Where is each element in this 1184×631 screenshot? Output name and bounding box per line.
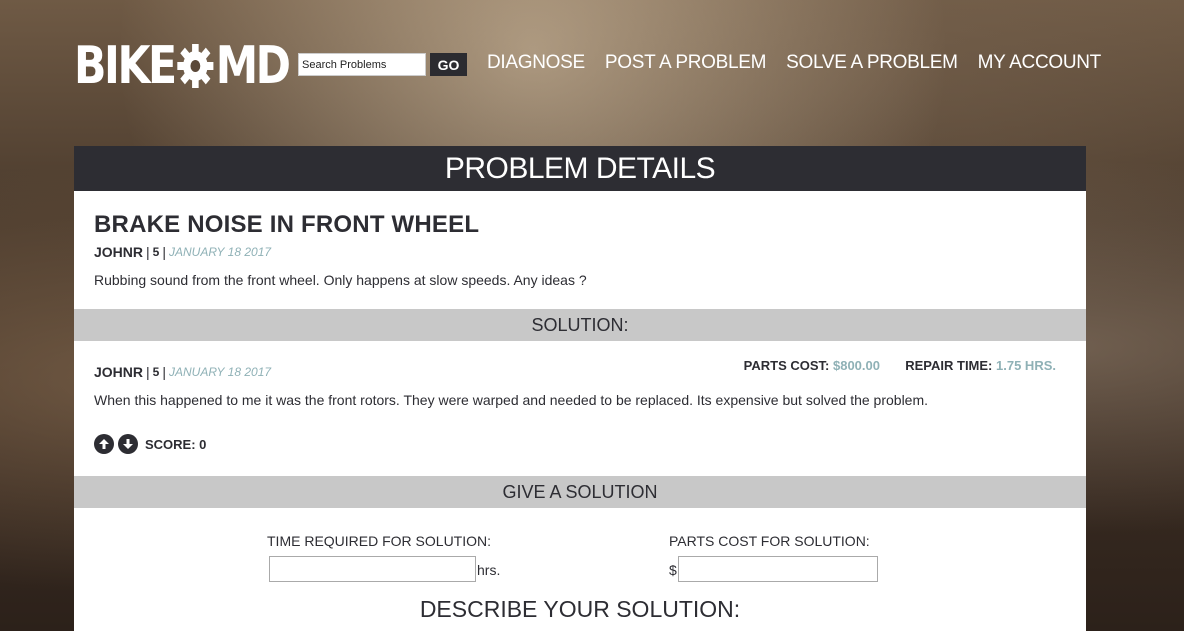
arrow-up-icon	[99, 439, 109, 449]
nav-post-a-problem[interactable]: POST A PROBLEM	[605, 52, 767, 74]
logo-text-md: MD	[215, 36, 291, 96]
solution-author-count: 5	[152, 365, 160, 379]
bikemd-logo[interactable]: BIKE MD	[74, 36, 291, 96]
arrow-down-icon	[123, 439, 133, 449]
solution-costs: PARTS COST: $800.00 REPAIR TIME: 1.75 HR…	[744, 358, 1056, 373]
parts-cost-input[interactable]	[678, 556, 878, 582]
time-required-label: TIME REQUIRED FOR SOLUTION:	[267, 533, 492, 549]
solution-section: JOHNR | 5 | JANUARY 18 2017 PARTS COST: …	[74, 341, 1086, 476]
solution-author[interactable]: JOHNR	[94, 364, 143, 380]
currency-symbol: $	[669, 562, 677, 578]
vote-controls: SCORE: 0	[94, 434, 1066, 454]
meta-separator: |	[162, 364, 166, 380]
problem-details-panel: PROBLEM DETAILS BRAKE NOISE IN FRONT WHE…	[74, 146, 1086, 631]
logo-text-bike: BIKE	[74, 36, 177, 96]
repair-time-label: REPAIR TIME:	[905, 358, 993, 373]
problem-date: JANUARY 18 2017	[168, 245, 272, 259]
problem-section: BRAKE NOISE IN FRONT WHEEL JOHNR | 5 | J…	[74, 191, 1086, 309]
search-bar: GO	[298, 53, 467, 76]
repair-time-value: 1.75 HRS.	[996, 358, 1056, 373]
nav-my-account[interactable]: MY ACCOUNT	[978, 52, 1102, 74]
hours-unit: hrs.	[477, 562, 501, 578]
describe-solution-title: DESCRIBE YOUR SOLUTION:	[419, 596, 741, 622]
meta-separator: |	[146, 244, 150, 260]
solution-header: SOLUTION:	[74, 309, 1086, 341]
parts-cost-field-label: PARTS COST FOR SOLUTION:	[669, 533, 870, 549]
problem-author[interactable]: JOHNR	[94, 244, 143, 260]
upvote-button[interactable]	[94, 434, 114, 454]
problem-description: Rubbing sound from the front wheel. Only…	[94, 272, 587, 288]
problem-author-count: 5	[152, 245, 160, 259]
time-required-input[interactable]	[269, 556, 476, 582]
give-solution-header: GIVE A SOLUTION	[74, 476, 1086, 508]
give-solution-form: TIME REQUIRED FOR SOLUTION: hrs. PARTS C…	[74, 508, 1086, 628]
meta-separator: |	[146, 364, 150, 380]
parts-cost-value: $800.00	[832, 358, 880, 373]
problem-meta: JOHNR | 5 | JANUARY 18 2017	[94, 244, 1066, 260]
nav-solve-a-problem[interactable]: SOLVE A PROBLEM	[786, 52, 958, 74]
gear-icon	[177, 44, 214, 88]
page-title: PROBLEM DETAILS	[74, 146, 1086, 191]
solution-description: When this happened to me it was the fron…	[94, 392, 929, 408]
problem-title: BRAKE NOISE IN FRONT WHEEL	[94, 211, 480, 238]
go-button[interactable]: GO	[430, 53, 467, 76]
main-nav: DIAGNOSE POST A PROBLEM SOLVE A PROBLEM …	[487, 52, 1101, 74]
search-input[interactable]	[298, 53, 426, 76]
parts-cost-label: PARTS COST:	[743, 358, 830, 373]
solution-score: SCORE: 0	[145, 436, 207, 452]
solution-date: JANUARY 18 2017	[168, 365, 272, 379]
meta-separator: |	[162, 244, 166, 260]
downvote-button[interactable]	[118, 434, 138, 454]
nav-diagnose[interactable]: DIAGNOSE	[487, 52, 585, 74]
